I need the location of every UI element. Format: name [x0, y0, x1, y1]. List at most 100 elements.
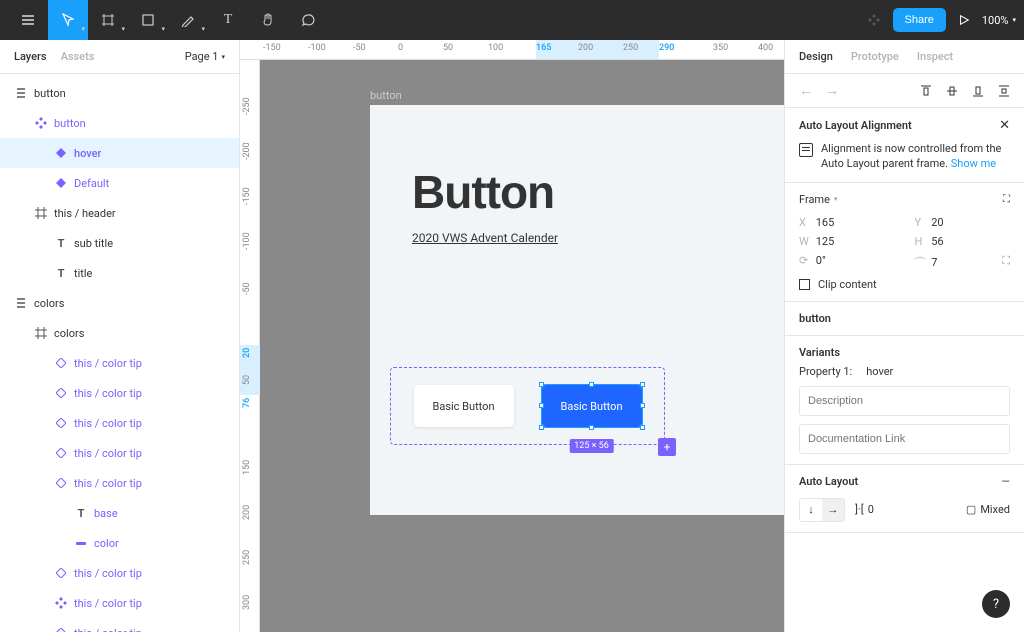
layer-row[interactable]: this / color tip: [0, 588, 239, 618]
independent-corners-icon[interactable]: ⛶: [1002, 254, 1010, 270]
share-button[interactable]: Share: [893, 8, 946, 32]
layer-row[interactable]: hover: [0, 138, 239, 168]
layer-row[interactable]: this / color tip: [0, 378, 239, 408]
menu-button[interactable]: [8, 0, 48, 40]
add-variant-button[interactable]: +: [658, 438, 676, 456]
property-value[interactable]: hover: [866, 365, 893, 378]
variant-container[interactable]: Basic Button Basic Button: [390, 367, 665, 445]
resize-handle[interactable]: [539, 382, 544, 387]
chevron-down-icon: ▾: [834, 195, 838, 203]
properties-tabs: Design Prototype Inspect: [785, 40, 1024, 74]
layer-row[interactable]: this / color tip: [0, 468, 239, 498]
resize-handle[interactable]: [539, 425, 544, 430]
assets-tab[interactable]: Assets: [61, 50, 95, 63]
remove-button[interactable]: —: [1001, 475, 1010, 488]
resize-handle[interactable]: [640, 403, 645, 408]
move-tool[interactable]: ▾: [48, 0, 88, 40]
layer-row[interactable]: this / color tip: [0, 438, 239, 468]
padding-value[interactable]: Mixed: [980, 503, 1010, 516]
resize-handle[interactable]: [589, 425, 594, 430]
gap-input[interactable]: 0: [868, 503, 874, 516]
radius-input[interactable]: 7: [931, 256, 937, 269]
layer-row[interactable]: button: [0, 78, 239, 108]
ruler-tick: -150: [242, 187, 252, 205]
layer-row[interactable]: Ttitle: [0, 258, 239, 288]
layer-row[interactable]: Tbase: [0, 498, 239, 528]
pen-tool[interactable]: ▾: [168, 0, 208, 40]
resize-to-fit-icon[interactable]: ⛶: [1003, 194, 1010, 205]
topbar: ▾ ▾ ▾ ▾ T Share 100% ▾: [0, 0, 1024, 40]
back-button[interactable]: ←: [799, 82, 813, 99]
direction-toggle[interactable]: ↓ →: [799, 498, 845, 522]
inspect-tab[interactable]: Inspect: [917, 50, 953, 63]
layer-row[interactable]: this / color tip: [0, 618, 239, 632]
text-tool[interactable]: T: [208, 0, 248, 40]
resize-handle[interactable]: [640, 382, 645, 387]
x-input[interactable]: 165: [816, 216, 835, 229]
play-icon[interactable]: [958, 14, 970, 26]
layer-label: this / color tip: [74, 447, 142, 460]
layer-row[interactable]: color: [0, 528, 239, 558]
component-icon[interactable]: [867, 13, 881, 27]
frame-label[interactable]: button: [370, 89, 402, 102]
prototype-tab[interactable]: Prototype: [851, 50, 899, 63]
frame-title-text: Button: [412, 165, 784, 219]
chevron-down-icon: ▾: [121, 25, 125, 33]
description-input[interactable]: [799, 386, 1010, 416]
layer-row[interactable]: this / header: [0, 198, 239, 228]
frame-dropdown[interactable]: Frame: [799, 193, 830, 206]
layer-row[interactable]: colors: [0, 288, 239, 318]
layer-row[interactable]: button: [0, 108, 239, 138]
forward-button[interactable]: →: [825, 82, 839, 99]
w-input[interactable]: 125: [816, 235, 835, 248]
layer-row[interactable]: Default: [0, 168, 239, 198]
close-icon[interactable]: ✕: [999, 118, 1010, 133]
layer-row[interactable]: this / color tip: [0, 348, 239, 378]
resize-handle[interactable]: [589, 382, 594, 387]
help-button[interactable]: ?: [982, 590, 1010, 618]
ruler-tick: -50: [353, 43, 366, 53]
page-selector[interactable]: Page 1 ▾: [185, 50, 225, 63]
variant-icon: [54, 146, 68, 160]
layer-row[interactable]: colors: [0, 318, 239, 348]
y-input[interactable]: 20: [931, 216, 943, 229]
horizontal-dir[interactable]: →: [822, 499, 844, 521]
align-bottom-icon[interactable]: [972, 85, 984, 97]
resize-handle[interactable]: [539, 403, 544, 408]
layer-label: color: [94, 537, 119, 550]
align-top-icon[interactable]: [920, 85, 932, 97]
auto-layout-section: Auto Layout — ↓ → ]·[ 0 ▢ Mixed: [785, 465, 1024, 533]
clip-checkbox[interactable]: [799, 279, 810, 290]
layer-row[interactable]: this / color tip: [0, 408, 239, 438]
topbar-left: ▾ ▾ ▾ ▾ T: [8, 0, 328, 40]
shape-tool[interactable]: ▾: [128, 0, 168, 40]
frame-button[interactable]: button Button 2020 VWS Advent Calender B…: [370, 105, 784, 515]
ruler-tick: 20: [242, 348, 252, 358]
show-me-link[interactable]: Show me: [951, 157, 996, 170]
nav-align-bar: ← →: [785, 74, 1024, 108]
button-hover-selected[interactable]: Basic Button 125 × 56: [542, 385, 642, 427]
resize-handle[interactable]: [640, 425, 645, 430]
hand-tool[interactable]: [248, 0, 288, 40]
h-input[interactable]: 56: [931, 235, 943, 248]
zoom-select[interactable]: 100% ▾: [982, 14, 1016, 27]
hand-icon: [261, 13, 275, 27]
frame-tool[interactable]: ▾: [88, 0, 128, 40]
canvas[interactable]: button Button 2020 VWS Advent Calender B…: [260, 60, 784, 632]
align-vcenter-icon[interactable]: [946, 85, 958, 97]
rotation-input[interactable]: 0°: [816, 254, 826, 267]
layers-tab[interactable]: Layers: [14, 50, 47, 63]
documentation-link-input[interactable]: [799, 424, 1010, 454]
component-name-section: button: [785, 302, 1024, 336]
layer-label: this / color tip: [74, 417, 142, 430]
layers-panel: Layers Assets Page 1 ▾ buttonbuttonhover…: [0, 40, 240, 632]
comment-tool[interactable]: [288, 0, 328, 40]
layer-label: Default: [74, 177, 109, 190]
distribute-icon[interactable]: [998, 85, 1010, 97]
design-tab[interactable]: Design: [799, 50, 833, 63]
layer-row[interactable]: this / color tip: [0, 558, 239, 588]
layer-label: this / color tip: [74, 567, 142, 580]
vertical-dir[interactable]: ↓: [800, 499, 822, 521]
layer-row[interactable]: Tsub title: [0, 228, 239, 258]
button-default[interactable]: Basic Button: [414, 385, 514, 427]
